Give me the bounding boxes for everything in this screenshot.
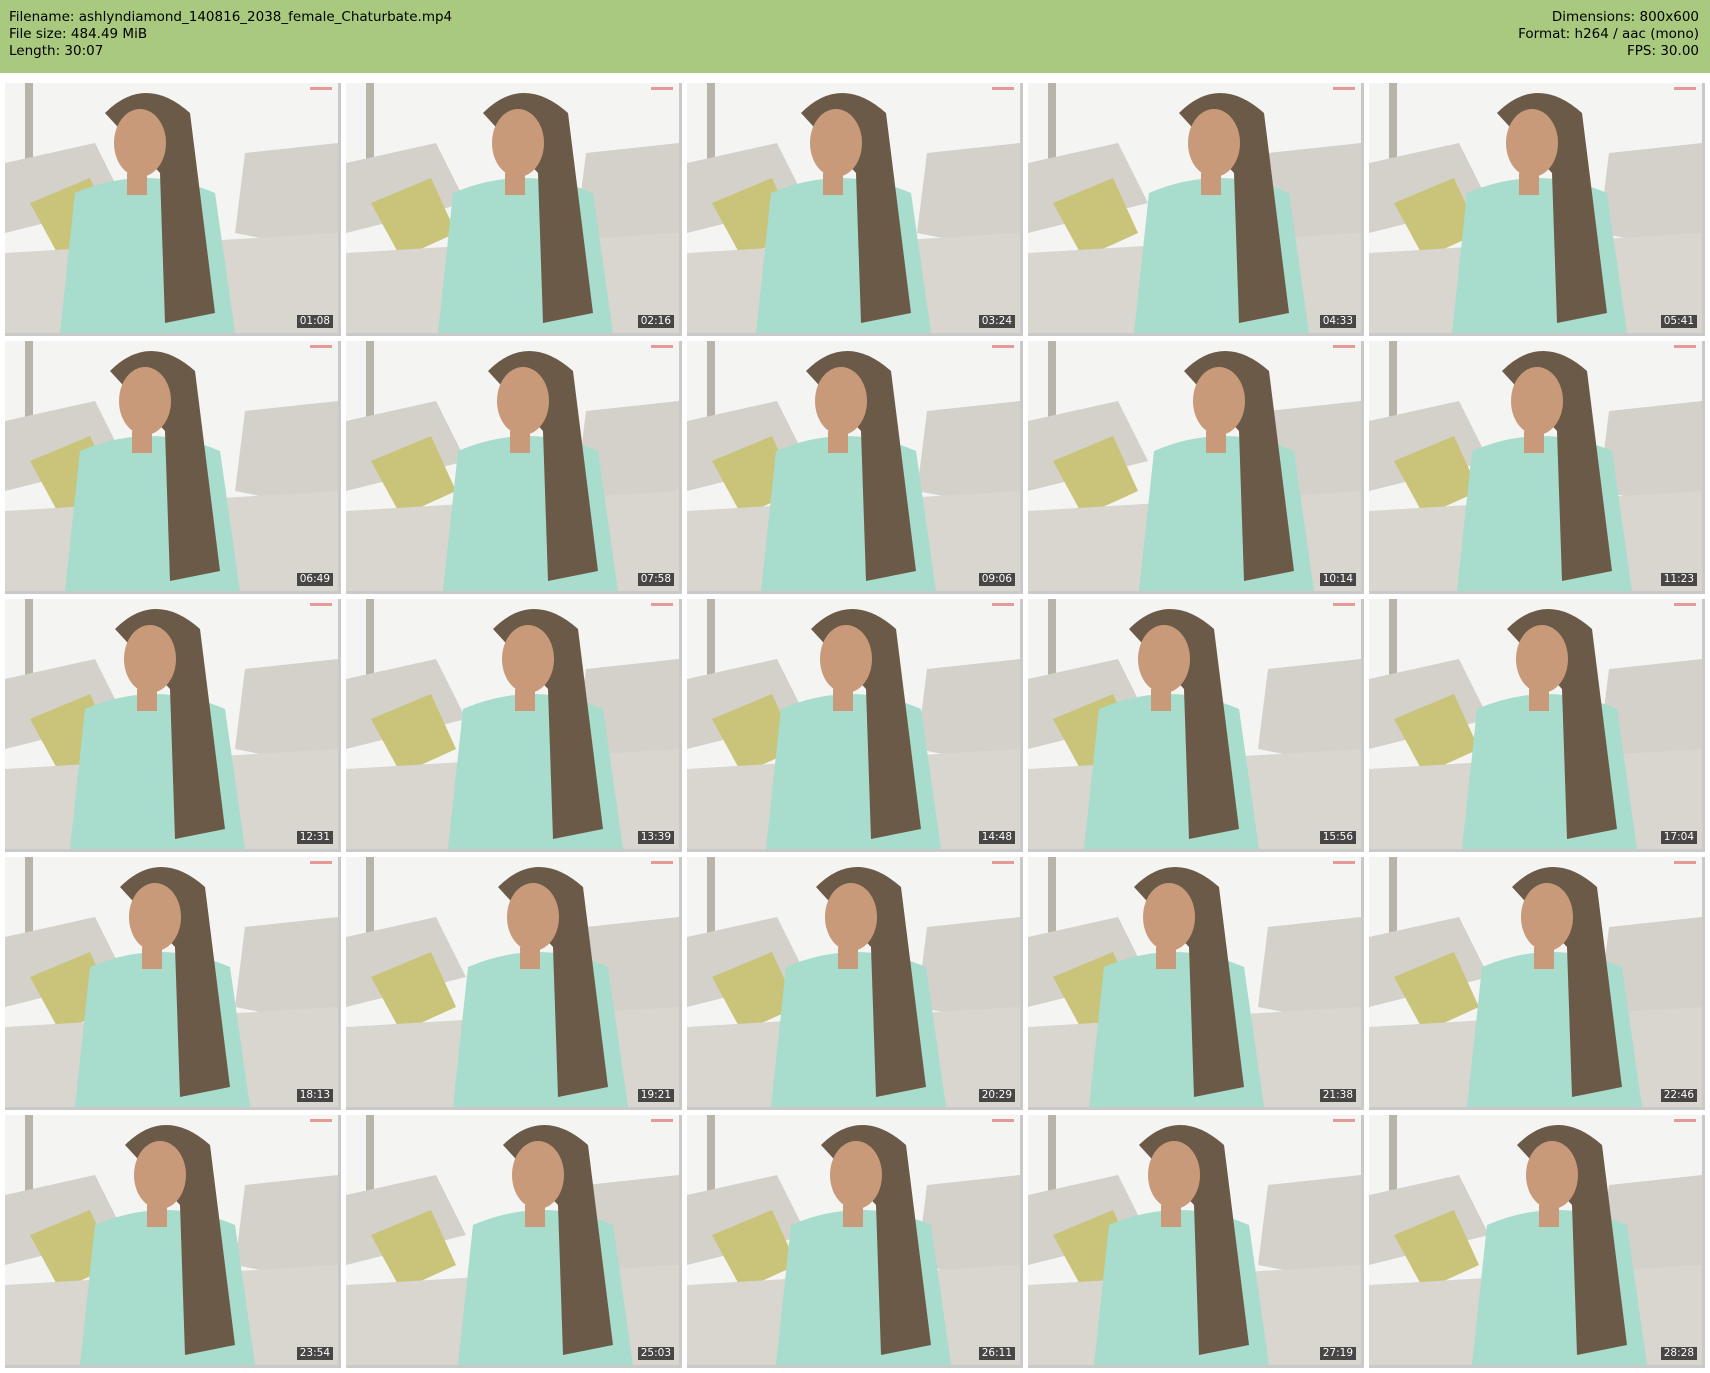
timestamp-label: 03:24: [978, 315, 1015, 328]
frame-image: [5, 341, 338, 591]
timestamp-label: 05:41: [1660, 315, 1697, 328]
video-frame-thumbnail: 19:21: [346, 857, 682, 1110]
video-frame-thumbnail: 12:31: [5, 599, 341, 852]
video-frame-thumbnail: 17:04: [1369, 599, 1705, 852]
frame-image: [1028, 857, 1361, 1107]
timestamp-label: 13:39: [637, 831, 674, 844]
video-frame-thumbnail: 21:38: [1028, 857, 1364, 1110]
frame-image: [1028, 599, 1361, 849]
video-frame-thumbnail: 10:14: [1028, 341, 1364, 594]
frame-image: [346, 1115, 679, 1365]
timestamp-label: 17:04: [1660, 831, 1697, 844]
timestamp-label: 11:23: [1660, 573, 1697, 586]
timestamp-label: 10:14: [1319, 573, 1356, 586]
format-text: Format: h264 / aac (mono): [1518, 26, 1699, 42]
video-frame-thumbnail: 20:29: [687, 857, 1023, 1110]
timestamp-label: 15:56: [1319, 831, 1356, 844]
video-frame-thumbnail: 13:39: [346, 599, 682, 852]
video-frame-thumbnail: 04:33: [1028, 83, 1364, 336]
timestamp-label: 25:03: [637, 1347, 674, 1360]
timestamp-label: 07:58: [637, 573, 674, 586]
file-info-left: Filename: ashlyndiamond_140816_2038_fema…: [9, 9, 452, 60]
timestamp-label: 20:29: [978, 1089, 1015, 1102]
video-frame-thumbnail: 11:23: [1369, 341, 1705, 594]
frame-image: [5, 599, 338, 849]
video-frame-thumbnail: 18:13: [5, 857, 341, 1110]
timestamp-label: 04:33: [1319, 315, 1356, 328]
dimensions-text: Dimensions: 800x600: [1551, 9, 1699, 25]
frame-image: [1369, 83, 1702, 333]
frame-image: [1369, 1115, 1702, 1365]
timestamp-label: 23:54: [296, 1347, 333, 1360]
frame-image: [687, 83, 1020, 333]
timestamp-label: 28:28: [1660, 1347, 1697, 1360]
frame-image: [687, 1115, 1020, 1365]
timestamp-label: 26:11: [978, 1347, 1015, 1360]
frame-image: [346, 599, 679, 849]
timestamp-label: 19:21: [637, 1089, 674, 1102]
video-frame-thumbnail: 07:58: [346, 341, 682, 594]
frame-image: [1369, 599, 1702, 849]
frame-image: [687, 599, 1020, 849]
filename-text: Filename: ashlyndiamond_140816_2038_fema…: [9, 9, 453, 25]
video-frame-thumbnail: 28:28: [1369, 1115, 1705, 1368]
video-frame-thumbnail: 01:08: [5, 83, 341, 336]
frame-image: [1028, 341, 1361, 591]
video-frame-thumbnail: 15:56: [1028, 599, 1364, 852]
frame-image: [687, 341, 1020, 591]
frame-image: [5, 83, 338, 333]
timestamp-label: 21:38: [1319, 1089, 1356, 1102]
frame-image: [1369, 341, 1702, 591]
video-frame-thumbnail: 27:19: [1028, 1115, 1364, 1368]
frame-image: [1028, 1115, 1361, 1365]
info-header: Filename: ashlyndiamond_140816_2038_fema…: [0, 0, 1710, 73]
filesize-text: File size: 484.49 MiB: [9, 26, 148, 42]
frame-image: [1028, 83, 1361, 333]
timestamp-label: 12:31: [296, 831, 333, 844]
frame-image: [5, 857, 338, 1107]
timestamp-label: 09:06: [978, 573, 1015, 586]
timestamp-label: 18:13: [296, 1089, 333, 1102]
fps-text: FPS: 30.00: [1627, 43, 1699, 59]
length-text: Length: 30:07: [9, 43, 104, 59]
video-frame-thumbnail: 26:11: [687, 1115, 1023, 1368]
video-frame-thumbnail: 23:54: [5, 1115, 341, 1368]
timestamp-label: 22:46: [1660, 1089, 1697, 1102]
video-frame-thumbnail: 14:48: [687, 599, 1023, 852]
timestamp-label: 14:48: [978, 831, 1015, 844]
video-frame-thumbnail: 06:49: [5, 341, 341, 594]
timestamp-label: 02:16: [637, 315, 674, 328]
video-frame-thumbnail: 03:24: [687, 83, 1023, 336]
frame-image: [346, 341, 679, 591]
video-frame-thumbnail: 02:16: [346, 83, 682, 336]
video-frame-thumbnail: 05:41: [1369, 83, 1705, 336]
timestamp-label: 06:49: [296, 573, 333, 586]
video-frame-thumbnail: 09:06: [687, 341, 1023, 594]
file-info-right: Dimensions: 800x600 Format: h264 / aac (…: [1518, 9, 1699, 60]
frame-image: [346, 857, 679, 1107]
video-frame-thumbnail: 25:03: [346, 1115, 682, 1368]
thumbnail-grid: 01:08 02:16 03:24 04:33 05:41 06:49 07:58 09:06…: [0, 73, 1710, 1373]
frame-image: [5, 1115, 338, 1365]
frame-image: [687, 857, 1020, 1107]
frame-image: [1369, 857, 1702, 1107]
timestamp-label: 01:08: [296, 315, 333, 328]
timestamp-label: 27:19: [1319, 1347, 1356, 1360]
video-frame-thumbnail: 22:46: [1369, 857, 1705, 1110]
frame-image: [346, 83, 679, 333]
